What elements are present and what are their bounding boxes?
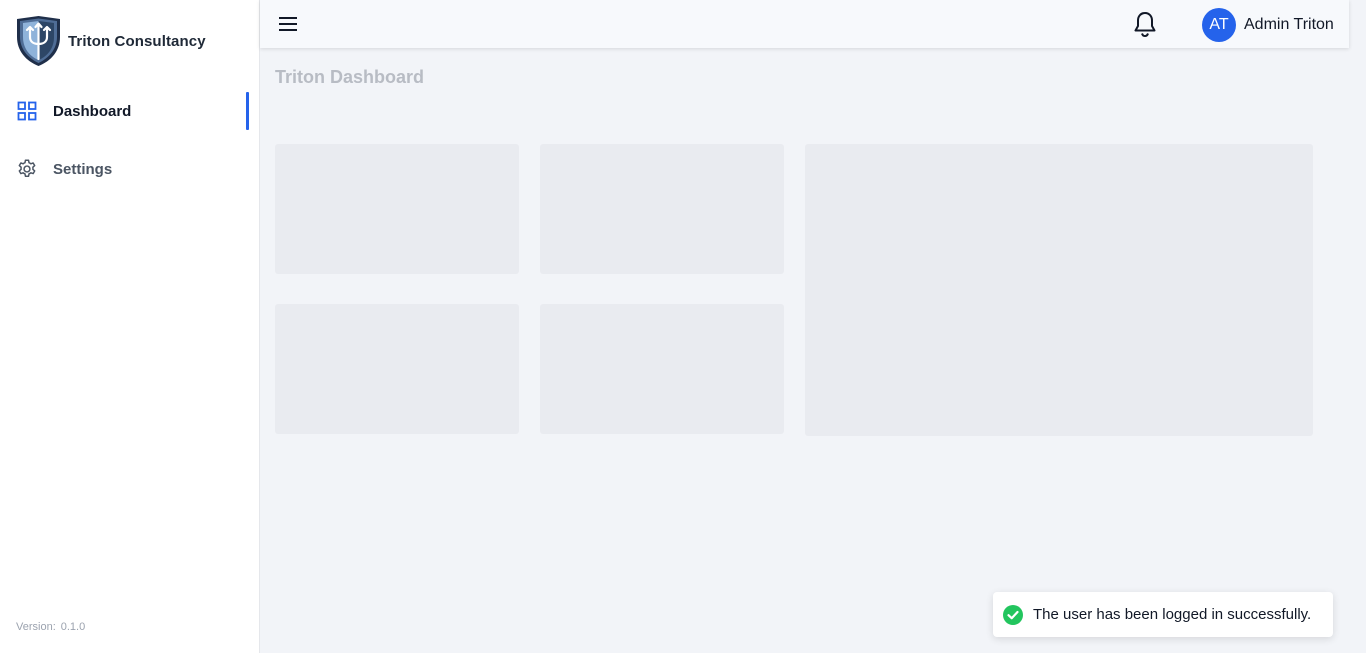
gear-icon: [16, 158, 38, 180]
sidebar-item-label: Dashboard: [53, 102, 132, 120]
page-title: Triton Dashboard: [275, 67, 425, 87]
skeleton-card: [540, 304, 784, 434]
bell-icon[interactable]: [1132, 10, 1158, 38]
hamburger-icon[interactable]: [278, 14, 298, 34]
sidebar: Triton Consultancy Dashboard Settings Ve…: [0, 0, 260, 653]
success-toast[interactable]: The user has been logged in successfully…: [993, 592, 1333, 637]
sidebar-item-label: Settings: [53, 160, 113, 178]
user-menu[interactable]: AT Admin Triton: [1202, 8, 1334, 42]
version-value: 0.1.0: [60, 621, 86, 633]
skeleton-card: [275, 144, 519, 274]
skeleton-card: [540, 144, 784, 274]
user-name: Admin Triton: [1244, 16, 1334, 33]
brand[interactable]: Triton Consultancy: [15, 15, 206, 67]
top-bar: AT Admin Triton: [260, 0, 1349, 48]
version-label: Version:: [16, 621, 56, 633]
brand-name: Triton Consultancy: [68, 32, 206, 50]
shield-trident-logo: [17, 16, 60, 66]
grid-icon: [16, 100, 38, 122]
skeleton-panel: [805, 144, 1313, 436]
sidebar-item-settings[interactable]: Settings: [0, 150, 260, 188]
app-root: Triton Consultancy Dashboard Settings Ve…: [0, 0, 1366, 653]
skeleton-card: [275, 304, 519, 434]
sidebar-nav: Dashboard Settings: [0, 92, 260, 208]
version-info: Version: 0.1.0: [16, 621, 85, 633]
toast-message: The user has been logged in successfully…: [1033, 606, 1312, 623]
avatar: AT: [1202, 8, 1236, 42]
sidebar-item-dashboard[interactable]: Dashboard: [0, 92, 260, 130]
check-circle-icon: [1003, 604, 1023, 625]
